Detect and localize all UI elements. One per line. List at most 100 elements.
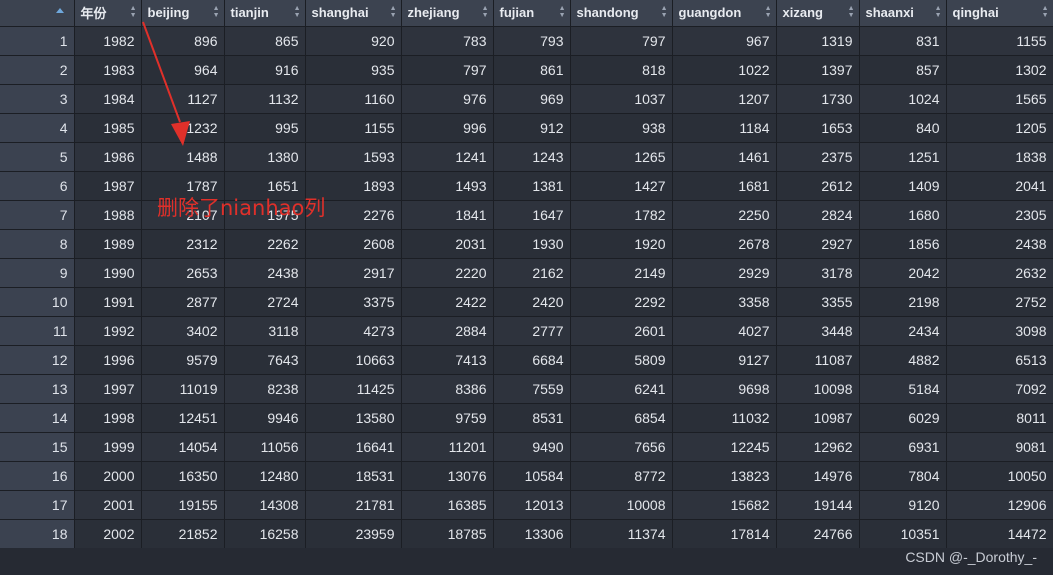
table-cell[interactable]: 16641: [305, 432, 402, 462]
table-row[interactable]: 15 1999 14054 11056 16641 11201 9490 7656 12245 1…: [0, 432, 1053, 462]
table-cell[interactable]: 13580: [305, 403, 402, 433]
table-cell[interactable]: 11087: [776, 345, 860, 375]
table-cell[interactable]: 5809: [570, 345, 673, 375]
table-cell[interactable]: 14054: [141, 432, 225, 462]
column-header[interactable]: shandong ▲ ▼: [570, 0, 673, 27]
table-cell[interactable]: 8772: [570, 461, 673, 491]
table-cell[interactable]: 2884: [401, 316, 494, 346]
table-cell[interactable]: 935: [305, 55, 402, 85]
table-cell[interactable]: 1207: [672, 84, 777, 114]
table-cell[interactable]: 1920: [570, 229, 673, 259]
table-cell[interactable]: 1243: [493, 142, 571, 172]
table-cell[interactable]: 13306: [493, 519, 571, 549]
table-cell[interactable]: 2927: [776, 229, 860, 259]
table-cell[interactable]: 11056: [224, 432, 306, 462]
table-cell[interactable]: 916: [224, 55, 306, 85]
table-cell[interactable]: 797: [401, 55, 494, 85]
table-cell[interactable]: 1983: [74, 55, 142, 85]
table-cell[interactable]: 6931: [859, 432, 947, 462]
table-cell[interactable]: 1241: [401, 142, 494, 172]
table-cell[interactable]: 2250: [672, 200, 777, 230]
row-number[interactable]: 10: [0, 287, 75, 317]
table-cell[interactable]: 1982: [74, 26, 142, 56]
table-cell[interactable]: 1232: [141, 113, 225, 143]
table-cell[interactable]: 6029: [859, 403, 947, 433]
table-cell[interactable]: 16350: [141, 461, 225, 491]
table-cell[interactable]: 9759: [401, 403, 494, 433]
table-cell[interactable]: 783: [401, 26, 494, 56]
table-row[interactable]: 13 1997 11019 8238 11425 8386 7559 6241 9698 1009…: [0, 374, 1053, 404]
table-cell[interactable]: 1841: [401, 200, 494, 230]
table-cell[interactable]: 1782: [570, 200, 673, 230]
table-cell[interactable]: 8386: [401, 374, 494, 404]
table-row[interactable]: 3 1984 1127 1132 1160 976 969 1037 1207 1730 1024 1…: [0, 84, 1053, 114]
table-cell[interactable]: 1991: [74, 287, 142, 317]
table-cell[interactable]: 1319: [776, 26, 860, 56]
row-number[interactable]: 14: [0, 403, 75, 433]
table-cell[interactable]: 9120: [859, 490, 947, 520]
table-cell[interactable]: 1493: [401, 171, 494, 201]
row-number[interactable]: 5: [0, 142, 75, 172]
row-number[interactable]: 4: [0, 113, 75, 143]
row-number[interactable]: 11: [0, 316, 75, 346]
table-cell[interactable]: 3178: [776, 258, 860, 288]
table-cell[interactable]: 2002: [74, 519, 142, 549]
table-cell[interactable]: 1990: [74, 258, 142, 288]
table-cell[interactable]: 7804: [859, 461, 947, 491]
table-cell[interactable]: 818: [570, 55, 673, 85]
table-cell[interactable]: 9579: [141, 345, 225, 375]
row-number[interactable]: 16: [0, 461, 75, 491]
corner-header[interactable]: [0, 0, 75, 27]
sort-icon[interactable]: ▲ ▼: [765, 5, 772, 19]
row-number[interactable]: 7: [0, 200, 75, 230]
table-cell[interactable]: 13076: [401, 461, 494, 491]
table-cell[interactable]: 7413: [401, 345, 494, 375]
table-cell[interactable]: 2198: [859, 287, 947, 317]
table-cell[interactable]: 920: [305, 26, 402, 56]
table-cell[interactable]: 2305: [946, 200, 1053, 230]
table-cell[interactable]: 1205: [946, 113, 1053, 143]
table-cell[interactable]: 2001: [74, 490, 142, 520]
table-cell[interactable]: 19155: [141, 490, 225, 520]
table-cell[interactable]: 938: [570, 113, 673, 143]
table-cell[interactable]: 967: [672, 26, 777, 56]
table-cell[interactable]: 1461: [672, 142, 777, 172]
table-cell[interactable]: 10098: [776, 374, 860, 404]
table-cell[interactable]: 2420: [493, 287, 571, 317]
table-cell[interactable]: 912: [493, 113, 571, 143]
table-cell[interactable]: 2877: [141, 287, 225, 317]
table-cell[interactable]: 3355: [776, 287, 860, 317]
sort-icon[interactable]: ▲ ▼: [1042, 5, 1049, 19]
table-row[interactable]: 10 1991 2877 2724 3375 2422 2420 2292 3358 3355 21…: [0, 287, 1053, 317]
table-cell[interactable]: 1155: [305, 113, 402, 143]
column-header[interactable]: beijing ▲ ▼: [141, 0, 225, 27]
table-cell[interactable]: 1989: [74, 229, 142, 259]
table-row[interactable]: 14 1998 12451 9946 13580 9759 8531 6854 11032 109…: [0, 403, 1053, 433]
table-cell[interactable]: 6854: [570, 403, 673, 433]
table-cell[interactable]: 1730: [776, 84, 860, 114]
table-cell[interactable]: 865: [224, 26, 306, 56]
table-cell[interactable]: 1988: [74, 200, 142, 230]
table-cell[interactable]: 10050: [946, 461, 1053, 491]
table-cell[interactable]: 3402: [141, 316, 225, 346]
table-cell[interactable]: 1998: [74, 403, 142, 433]
row-number[interactable]: 3: [0, 84, 75, 114]
table-cell[interactable]: 896: [141, 26, 225, 56]
table-cell[interactable]: 10584: [493, 461, 571, 491]
table-cell[interactable]: 7092: [946, 374, 1053, 404]
table-cell[interactable]: 1380: [224, 142, 306, 172]
sort-icon[interactable]: ▲ ▼: [935, 5, 942, 19]
table-cell[interactable]: 2438: [946, 229, 1053, 259]
table-cell[interactable]: 10987: [776, 403, 860, 433]
table-cell[interactable]: 2292: [570, 287, 673, 317]
table-cell[interactable]: 6513: [946, 345, 1053, 375]
table-cell[interactable]: 11374: [570, 519, 673, 549]
column-header[interactable]: shaanxi ▲ ▼: [859, 0, 947, 27]
table-cell[interactable]: 1160: [305, 84, 402, 114]
table-cell[interactable]: 840: [859, 113, 947, 143]
table-cell[interactable]: 10351: [859, 519, 947, 549]
sort-icon[interactable]: ▲ ▼: [294, 5, 301, 19]
table-cell[interactable]: 2162: [493, 258, 571, 288]
column-header[interactable]: 年份 ▲ ▼: [74, 0, 142, 27]
table-row[interactable]: 12 1996 9579 7643 10663 7413 6684 5809 9127 11087…: [0, 345, 1053, 375]
